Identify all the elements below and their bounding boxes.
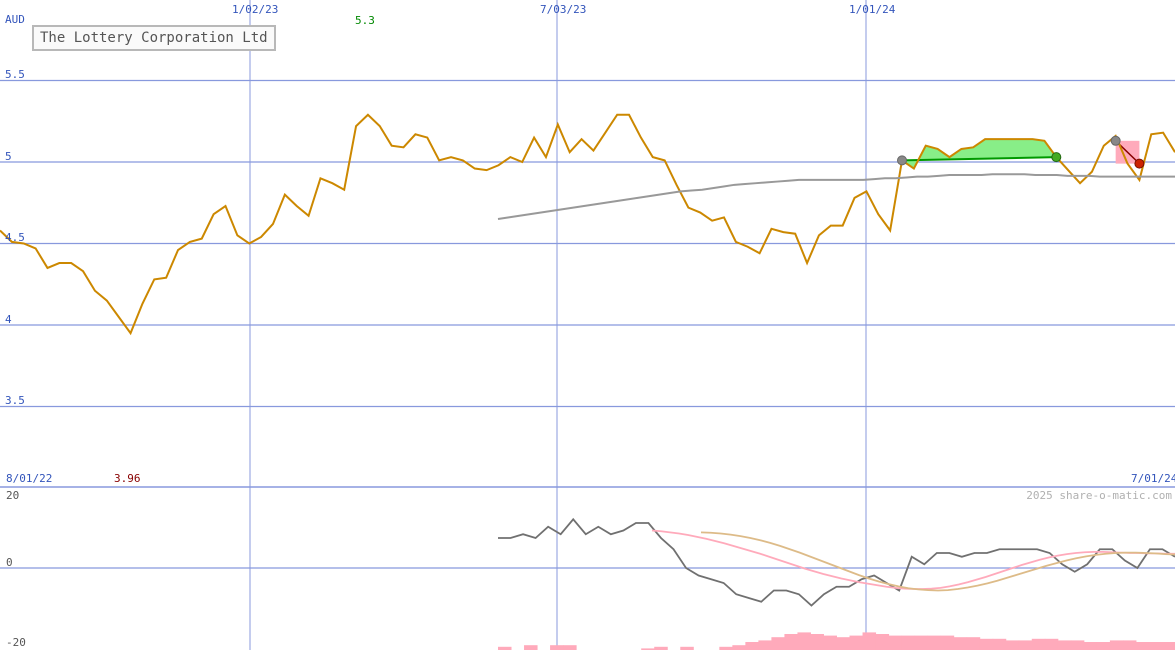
osc-tick-label: 0	[6, 556, 13, 569]
volume-bar	[849, 635, 864, 650]
currency-label: AUD	[5, 13, 25, 26]
x-tick-label: 1/01/24	[849, 3, 896, 16]
volume-bar	[797, 632, 811, 650]
osc-tick-label: -20	[6, 636, 26, 649]
volume-bar	[927, 635, 942, 650]
volume-bar	[524, 645, 538, 650]
volume-bar	[771, 637, 785, 650]
volume-bar	[1044, 638, 1059, 650]
volume-bar	[758, 640, 772, 650]
volume-bar	[1135, 642, 1150, 650]
low-price-label: 3.96	[114, 472, 141, 485]
osc-tick-label: 20	[6, 489, 19, 502]
volume-bar	[888, 635, 903, 650]
buy-marker	[1110, 135, 1121, 146]
date-range-end: 7/01/24	[1131, 472, 1175, 485]
watermark: 2025 share-o-matic.com	[1026, 489, 1172, 502]
sell-loss-marker	[1134, 158, 1145, 169]
volume-bar	[1083, 642, 1098, 650]
x-tick-label: 1/02/23	[232, 3, 278, 16]
volume-bar	[966, 637, 981, 650]
volume-bar	[823, 635, 837, 650]
volume-bar	[875, 634, 890, 650]
volume-bar	[901, 635, 916, 650]
chart-title: The Lottery Corporation Ltd	[32, 25, 276, 51]
volume-bar	[745, 642, 759, 650]
volume-bar	[784, 634, 798, 650]
volume-bar	[862, 632, 877, 650]
volume-bar	[1161, 642, 1175, 650]
volume-bar	[953, 637, 968, 650]
volume-bar	[550, 645, 564, 650]
volume-bar	[563, 645, 577, 650]
volume-bar	[1148, 642, 1163, 650]
volume-bar	[1018, 640, 1033, 650]
stock-chart: AUD 5.3 3.96 1/02/23 7/03/23 1/01/24 5.5…	[0, 0, 1175, 650]
volume-bar	[1096, 642, 1111, 650]
volume-bar	[732, 645, 746, 650]
volume-bar	[1057, 640, 1072, 650]
volume-bar	[940, 635, 955, 650]
volume-bar	[992, 638, 1007, 650]
volume-bar	[836, 637, 851, 650]
buy-marker	[897, 155, 908, 166]
volume-bar	[1109, 640, 1124, 650]
volume-bar	[1005, 640, 1020, 650]
volume-bar	[1122, 640, 1137, 650]
price-tick-label: 5	[5, 150, 12, 163]
volume-bar	[1031, 638, 1046, 650]
price-tick-label: 5.5	[5, 68, 25, 81]
volume-bar	[1070, 640, 1085, 650]
x-tick-label: 7/03/23	[540, 3, 586, 16]
sell-gain-marker	[1051, 152, 1062, 163]
high-price-label: 5.3	[355, 14, 375, 27]
volume-bar	[914, 635, 929, 650]
price-tick-label: 3.5	[5, 394, 25, 407]
price-tick-label: 4	[5, 313, 12, 326]
price-tick-label: 4.5	[5, 231, 25, 244]
volume-bar	[810, 634, 824, 650]
date-range-start: 8/01/22	[6, 472, 52, 485]
volume-bar	[979, 638, 994, 650]
